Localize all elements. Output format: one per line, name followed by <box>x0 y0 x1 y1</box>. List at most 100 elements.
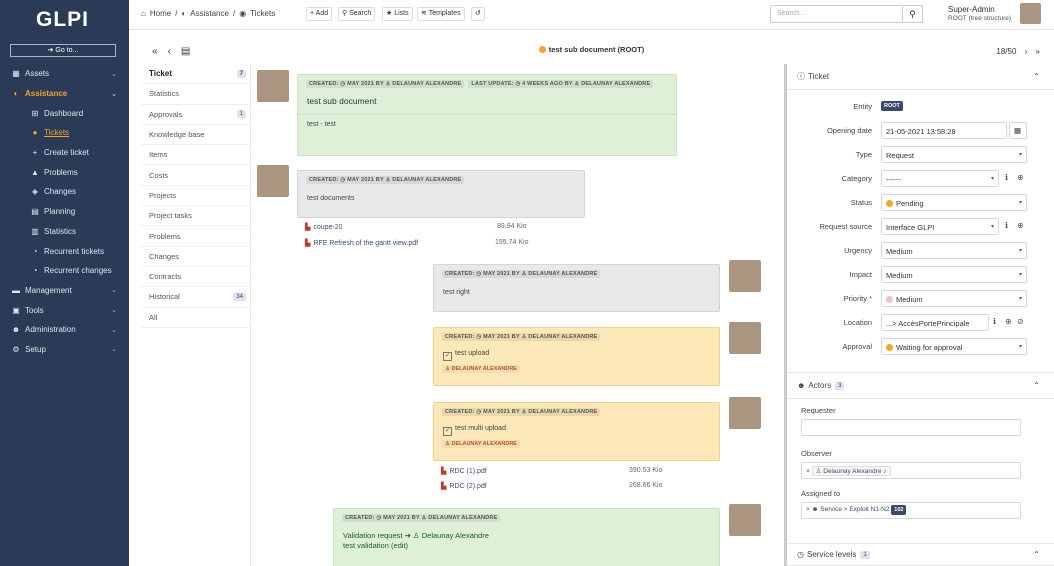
search-submit-button[interactable]: ⚲ <box>903 5 923 23</box>
home-icon: ⌂ <box>141 9 146 18</box>
crumb-assistance[interactable]: Assistance <box>190 9 229 18</box>
tab-changes[interactable]: Changes <box>141 247 250 267</box>
pager: 18/50 › » <box>996 47 1040 56</box>
location-select[interactable]: ...> AccèsPortePrincipale <box>881 314 989 331</box>
sidebar-item-recurrent-changes[interactable]: ◔ Recurrent changes <box>0 261 129 281</box>
document-link[interactable]: ▙ coupe-20 <box>305 223 343 231</box>
tab-statistics[interactable]: Statistics <box>141 84 250 105</box>
sidebar-item-administration[interactable]: ☻ Administration ⌄ <box>0 320 129 340</box>
tab-problems[interactable]: Problems <box>141 226 250 247</box>
goto-button[interactable]: ➔ Go to... <box>10 44 116 57</box>
urgency-select[interactable]: Medium ▾ <box>881 242 1027 259</box>
ticket-header: « ‹ ▤ test sub document (ROOT) 18/50 › » <box>129 36 1054 64</box>
box-icon: ▦ <box>12 69 20 79</box>
type-select[interactable]: Request ▾ <box>881 146 1027 163</box>
glpi-logo[interactable]: GLPI <box>36 8 89 32</box>
chevron-down-icon: ⌄ <box>111 346 117 354</box>
reset-search-button[interactable]: ↺ <box>471 7 485 21</box>
search-button[interactable]: ⚲ Search <box>338 7 376 21</box>
tab-projects[interactable]: Projects <box>141 186 250 207</box>
service-levels-header[interactable]: ◷ Service levels 1 ⌃ <box>787 544 1054 566</box>
caret-icon: ▾ <box>990 176 994 182</box>
tab-all[interactable]: All <box>141 308 250 328</box>
view-icon[interactable]: ⊘ <box>1017 317 1024 326</box>
document-link[interactable]: ▙ RDC (1).pdf <box>441 467 487 475</box>
user-menu[interactable]: Super-Admin ROOT (tree structure) <box>948 5 1011 23</box>
calendar-button[interactable]: ▦ <box>1009 122 1027 139</box>
followup-item[interactable]: CREATED: ◷ MAY 2021 BY ♙ DELAUNAY ALEXAN… <box>297 74 677 156</box>
tab-project-tasks[interactable]: Project tasks <box>141 206 250 227</box>
next-icon[interactable]: › <box>1025 47 1028 56</box>
impact-select[interactable]: Medium ▾ <box>881 266 1027 283</box>
users-icon: ☻ <box>797 381 806 390</box>
task-item[interactable]: CREATED: ◷ MAY 2021 BY ♙ DELAUNAY ALEXAN… <box>433 327 720 386</box>
opening-date-input[interactable]: 21-05-2021 13:58:28 <box>881 122 1007 139</box>
service-levels-section: ◷ Service levels 1 ⌃ <box>787 543 1054 566</box>
task-assignee: ♙ DELAUNAY ALEXANDRE <box>442 365 520 373</box>
validation-item[interactable]: CREATED: ◷ MAY 2021 BY ♙ DELAUNAY ALEXAN… <box>333 508 720 566</box>
followup-item[interactable]: CREATED: ◷ MAY 2021 BY ♙ DELAUNAY ALEXAN… <box>433 264 720 312</box>
approval-dot <box>886 344 893 351</box>
tab-approvals[interactable]: Approvals 1 <box>141 105 250 125</box>
add-icon[interactable]: ⊕ <box>1005 317 1012 326</box>
add-button[interactable]: + Add <box>306 7 333 21</box>
request-source-select[interactable]: Interface GLPI ▾ <box>881 218 999 235</box>
assigned-field[interactable]: × ☻ Service > Exploit N1-N2 102 <box>801 502 1021 519</box>
crumb-tickets[interactable]: Tickets <box>250 9 275 18</box>
sidebar-item-create-ticket[interactable]: + Create ticket <box>0 143 129 163</box>
ticket-section-header[interactable]: ⓘ Ticket ⌃ <box>787 64 1054 90</box>
tab-contracts[interactable]: Contracts <box>141 267 250 288</box>
followup-item[interactable]: CREATED: ◷ MAY 2021 BY ♙ DELAUNAY ALEXAN… <box>297 170 585 218</box>
group-icon: ☻ <box>811 506 819 513</box>
observer-field[interactable]: × ♙ Delaunay Alexandre ♪ <box>801 462 1021 479</box>
tab-historical[interactable]: Historical 34 <box>141 287 250 308</box>
users-icon: ☻ <box>11 325 21 335</box>
task-checkbox[interactable]: ✓ <box>443 352 452 361</box>
sidebar-item-planning[interactable]: ▤ Planning <box>0 202 129 222</box>
templates-button[interactable]: ≋ Templates <box>417 7 465 21</box>
add-icon[interactable]: ⊕ <box>1017 221 1024 230</box>
info-icon[interactable]: ℹ <box>993 317 996 326</box>
info-icon[interactable]: ℹ <box>1005 221 1008 230</box>
actors-section-header[interactable]: ☻ Actors 3 ⌃ <box>787 373 1054 399</box>
tab-knowledge-base[interactable]: Knowledge base <box>141 125 250 146</box>
lists-button[interactable]: ★ Lists <box>382 7 413 21</box>
avatar <box>257 70 289 102</box>
task-checkbox[interactable]: ✓ <box>443 427 452 436</box>
last-icon[interactable]: » <box>1036 47 1040 56</box>
search-input[interactable]: Search... <box>770 5 903 23</box>
tab-items[interactable]: Items <box>141 145 250 166</box>
sidebar-item-setup[interactable]: ⚙ Setup ⌄ <box>0 340 129 360</box>
requester-field[interactable] <box>801 419 1021 436</box>
sidebar-item-problems[interactable]: ▲ Problems <box>0 162 129 182</box>
chart-icon: ▥ <box>31 226 39 236</box>
sidebar-item-tickets[interactable]: ● Tickets <box>0 123 129 143</box>
status-dot <box>538 46 546 53</box>
add-icon[interactable]: ⊕ <box>1017 173 1024 182</box>
sidebar-item-statistics[interactable]: ▥ Statistics <box>0 222 129 242</box>
priority-select[interactable]: Medium ▾ <box>881 290 1027 307</box>
field-status: Status Pending ▾ <box>787 192 1047 212</box>
calendar-icon: ▤ <box>31 207 39 217</box>
sidebar-item-assistance[interactable]: ◐ Assistance ⌄ <box>0 84 129 104</box>
avatar[interactable] <box>1020 3 1041 24</box>
tab-ticket[interactable]: Ticket 7 <box>141 64 250 85</box>
approval-select[interactable]: Waiting for approval ▾ <box>881 338 1027 355</box>
info-icon[interactable]: ℹ <box>1005 173 1008 182</box>
caret-icon: ▾ <box>1018 248 1022 254</box>
search-icon: ⚲ <box>342 10 348 17</box>
task-item[interactable]: CREATED: ◷ MAY 2021 BY ♙ DELAUNAY ALEXAN… <box>433 402 720 461</box>
sidebar-item-changes[interactable]: ◈ Changes <box>0 182 129 202</box>
crumb-home[interactable]: Home <box>150 9 171 18</box>
sidebar-item-assets[interactable]: ▦ Assets ⌄ <box>0 64 129 84</box>
sidebar-item-recurrent-tickets[interactable]: ◔ Recurrent tickets <box>0 241 129 261</box>
document-link[interactable]: ▙ RDC (2).pdf <box>441 482 487 490</box>
sidebar-item-tools[interactable]: ▣ Tools ⌄ <box>0 300 129 320</box>
status-select[interactable]: Pending ▾ <box>881 194 1027 211</box>
category-select[interactable]: ------ ▾ <box>881 170 999 187</box>
tab-costs[interactable]: Costs <box>141 165 250 186</box>
document-link[interactable]: ▙ RFE Refresh of the gantt view.pdf <box>305 239 418 247</box>
caret-icon: ▾ <box>1018 152 1022 158</box>
sidebar-item-dashboard[interactable]: ⊞ Dashboard <box>0 103 129 123</box>
sidebar-item-management[interactable]: ▬ Management ⌄ <box>0 281 129 301</box>
